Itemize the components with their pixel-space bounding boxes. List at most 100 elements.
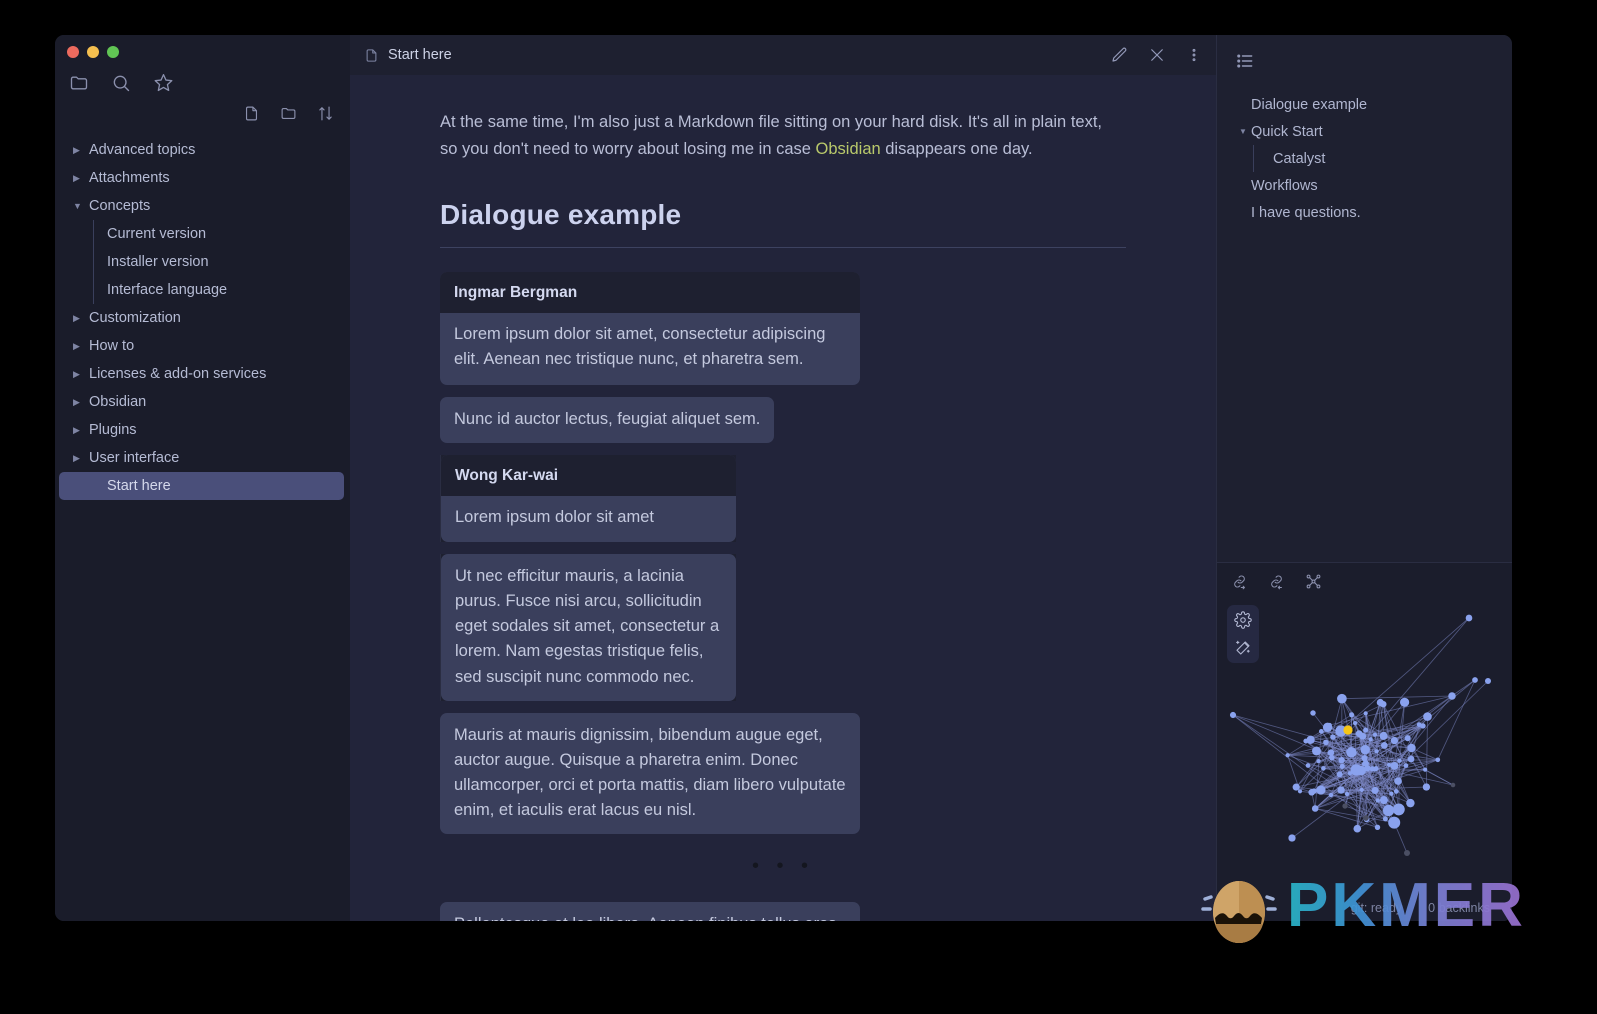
graph-node[interactable] <box>1390 736 1399 745</box>
search-icon[interactable] <box>111 73 131 93</box>
graph-node[interactable] <box>1297 789 1303 794</box>
forward-link-icon[interactable] <box>1231 573 1248 590</box>
graph-node[interactable] <box>1310 710 1316 716</box>
graph-node[interactable] <box>1337 786 1345 794</box>
graph-node[interactable] <box>1292 783 1300 791</box>
graph-node[interactable] <box>1373 766 1379 772</box>
new-note-icon[interactable] <box>243 105 260 122</box>
graph-node[interactable] <box>1393 789 1399 794</box>
edit-pencil-icon[interactable] <box>1110 46 1128 64</box>
graph-node[interactable] <box>1423 712 1432 721</box>
star-icon[interactable] <box>153 72 174 93</box>
graph-node[interactable] <box>1336 771 1343 778</box>
graph-node[interactable] <box>1328 792 1334 798</box>
graph-node[interactable] <box>1399 697 1410 707</box>
graph-node[interactable] <box>1422 783 1431 791</box>
graph-node[interactable] <box>1397 758 1402 763</box>
graph-node[interactable] <box>1312 746 1321 756</box>
outline-item-workflows[interactable]: Workflows <box>1239 172 1512 199</box>
chevron-down-icon[interactable]: ▼ <box>1239 127 1251 136</box>
graph-node[interactable] <box>1450 782 1456 788</box>
more-options-icon[interactable] <box>1186 47 1202 63</box>
graph-node[interactable] <box>1388 816 1401 829</box>
graph-node[interactable] <box>1321 766 1326 771</box>
graph-node[interactable] <box>1346 747 1357 758</box>
graph-node[interactable] <box>1392 803 1405 816</box>
chevron-right-icon[interactable]: ▶ <box>73 341 89 351</box>
graph-node[interactable] <box>1342 803 1348 809</box>
graph-node[interactable] <box>1448 692 1456 700</box>
graph-node[interactable] <box>1362 760 1369 767</box>
graph-node[interactable] <box>1386 762 1392 767</box>
graph-node[interactable] <box>1353 824 1362 833</box>
graph-node[interactable] <box>1359 732 1367 740</box>
graph-node[interactable] <box>1472 677 1478 683</box>
sidebar-item-current-version[interactable]: Current version <box>55 220 350 248</box>
graph-node[interactable] <box>1318 729 1324 734</box>
sort-icon[interactable] <box>317 105 334 122</box>
sidebar-item-start-here[interactable]: Start here <box>59 472 344 500</box>
graph-node[interactable] <box>1311 805 1319 812</box>
graph-node[interactable] <box>1390 761 1399 770</box>
sidebar-item-installer-version[interactable]: Installer version <box>55 248 350 276</box>
graph-node[interactable] <box>1359 787 1364 793</box>
outline-item-dialogue-example[interactable]: Dialogue example <box>1239 91 1512 118</box>
obsidian-link[interactable]: Obsidian <box>816 140 881 158</box>
graph-node[interactable] <box>1374 749 1379 754</box>
graph-node[interactable] <box>1349 712 1355 718</box>
chevron-right-icon[interactable]: ▶ <box>73 313 89 323</box>
graph-node[interactable] <box>1316 785 1326 795</box>
graph-node[interactable] <box>1360 745 1370 755</box>
graph-node[interactable] <box>1322 722 1333 732</box>
folder-icon[interactable] <box>69 73 89 93</box>
chevron-down-icon[interactable]: ▼ <box>73 201 89 211</box>
graph-node[interactable] <box>1305 763 1311 768</box>
graph-node[interactable] <box>1328 754 1335 761</box>
sidebar-item-attachments[interactable]: ▶ Attachments <box>55 164 350 192</box>
sidebar-item-advanced-topics[interactable]: ▶ Advanced topics <box>55 136 350 164</box>
knowledge-graph[interactable] <box>1217 563 1512 921</box>
git-status[interactable]: git: ready <box>1351 901 1402 915</box>
graph-node[interactable] <box>1403 849 1411 857</box>
chevron-right-icon[interactable]: ▶ <box>73 173 89 183</box>
graph-network-icon[interactable] <box>1305 573 1322 590</box>
graph-node[interactable] <box>1363 815 1369 821</box>
graph-node[interactable] <box>1344 791 1350 797</box>
graph-node[interactable] <box>1407 743 1416 753</box>
graph-node[interactable] <box>1327 749 1335 756</box>
graph-node[interactable] <box>1416 722 1422 727</box>
graph-node[interactable] <box>1363 727 1369 733</box>
graph-node[interactable] <box>1375 798 1380 803</box>
graph-view-panel[interactable] <box>1217 562 1512 921</box>
window-close-button[interactable] <box>67 46 79 58</box>
graph-node[interactable] <box>1394 777 1402 785</box>
graph-node[interactable] <box>1361 755 1368 762</box>
chevron-right-icon[interactable]: ▶ <box>73 453 89 463</box>
sidebar-item-customization[interactable]: ▶ Customization <box>55 304 350 332</box>
window-minimize-button[interactable] <box>87 46 99 58</box>
magic-wand-icon[interactable] <box>1234 639 1252 657</box>
graph-node[interactable] <box>1337 693 1347 704</box>
graph-node[interactable] <box>1407 755 1415 763</box>
sidebar-item-user-interface[interactable]: ▶ User interface <box>55 444 350 472</box>
graph-node[interactable] <box>1356 765 1366 776</box>
tab-start-here[interactable]: Start here <box>364 47 452 63</box>
graph-node[interactable] <box>1347 771 1353 776</box>
chevron-right-icon[interactable]: ▶ <box>73 369 89 379</box>
graph-node[interactable] <box>1323 739 1329 746</box>
graph-node[interactable] <box>1285 753 1290 758</box>
outline-item-quick-start[interactable]: ▼ Quick Start <box>1239 118 1512 145</box>
graph-node[interactable] <box>1382 804 1395 817</box>
chevron-right-icon[interactable]: ▶ <box>73 145 89 155</box>
graph-node[interactable] <box>1380 700 1387 708</box>
graph-node[interactable] <box>1465 614 1473 622</box>
graph-node[interactable] <box>1338 757 1345 764</box>
graph-node[interactable] <box>1379 731 1388 740</box>
graph-node[interactable] <box>1308 788 1316 796</box>
graph-node[interactable] <box>1403 763 1409 768</box>
graph-node[interactable] <box>1330 734 1336 740</box>
sidebar-item-how-to[interactable]: ▶ How to <box>55 332 350 360</box>
chevron-right-icon[interactable]: ▶ <box>73 397 89 407</box>
graph-node[interactable] <box>1380 742 1388 749</box>
outline-item-i-have-questions[interactable]: I have questions. <box>1239 199 1512 226</box>
